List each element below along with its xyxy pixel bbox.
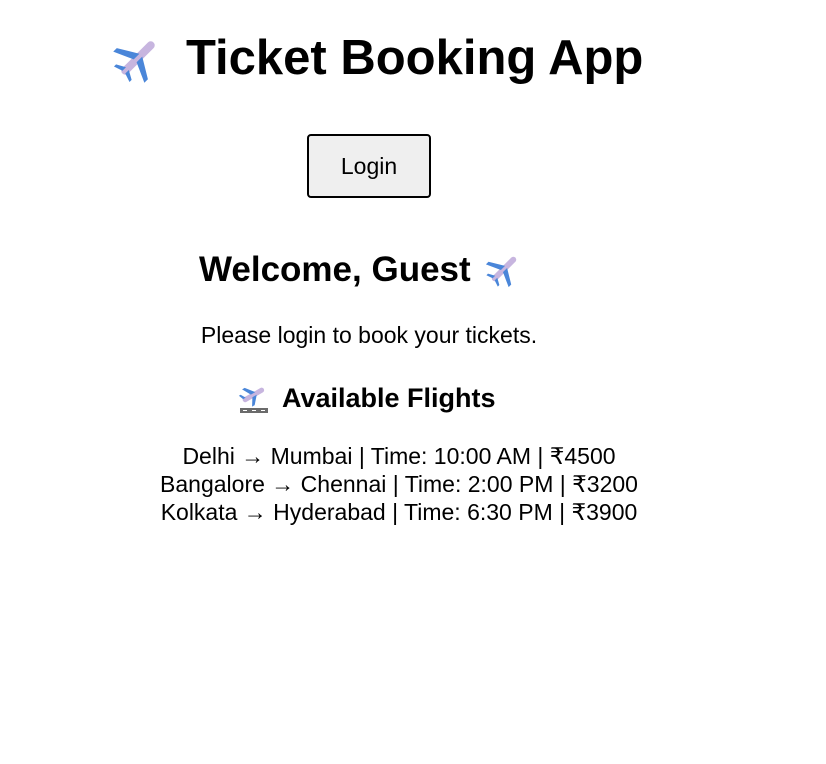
- app-header: Ticket Booking App: [112, 28, 643, 88]
- welcome-heading: Welcome, Guest: [199, 249, 471, 289]
- welcome-section: Welcome, Guest: [199, 248, 523, 290]
- airplane-icon: [485, 250, 523, 288]
- login-prompt: Please login to book your tickets.: [200, 322, 538, 348]
- app-title: Ticket Booking App: [186, 30, 644, 85]
- airplane-departure-icon: [238, 382, 270, 414]
- airplane-icon: [112, 32, 164, 84]
- login-button[interactable]: Login: [307, 134, 431, 198]
- flights-section-header: Available Flights: [238, 380, 496, 416]
- flight-item: Kolkata → Hyderabad | Time: 6:30 PM | ₹3…: [160, 499, 638, 525]
- page: Ticket Booking App Login Welcome, Guest …: [0, 0, 826, 764]
- flight-list: Delhi → Mumbai | Time: 10:00 AM | ₹4500 …: [0, 442, 798, 526]
- flight-item: Bangalore → Chennai | Time: 2:00 PM | ₹3…: [160, 471, 638, 497]
- flights-heading: Available Flights: [282, 382, 496, 413]
- flight-item: Delhi → Mumbai | Time: 10:00 AM | ₹4500: [182, 443, 616, 469]
